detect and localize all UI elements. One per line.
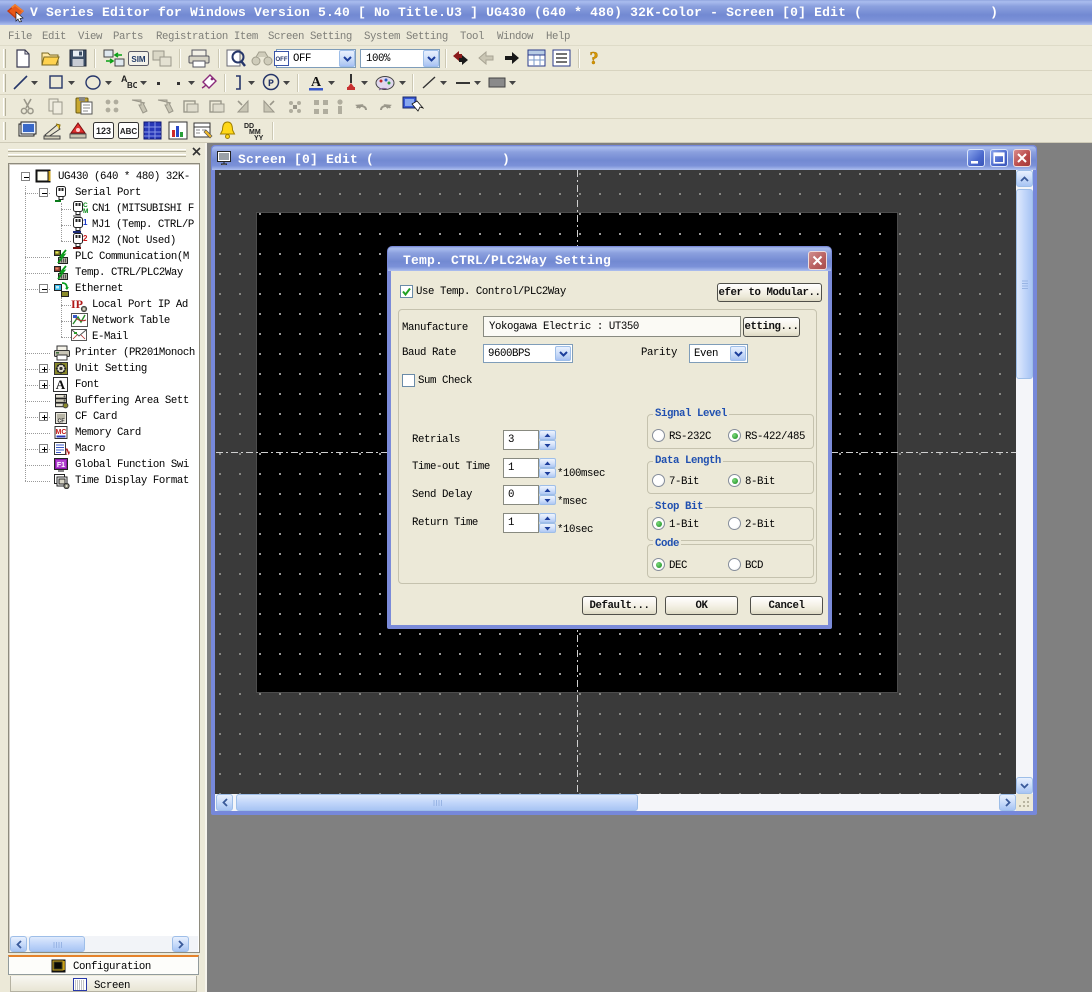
svg-text:2: 2: [83, 234, 88, 243]
svg-text:M: M: [65, 447, 70, 457]
svg-text:F1: F1: [57, 462, 65, 469]
svg-text:CF: CF: [57, 419, 65, 425]
svg-text:1: 1: [83, 218, 88, 227]
svg-text:123: 123: [96, 126, 111, 136]
svg-text:ABC: ABC: [120, 127, 138, 136]
svg-text:YY: YY: [254, 135, 264, 141]
svg-text:MC: MC: [56, 429, 67, 436]
svg-text:A: A: [311, 75, 322, 90]
svg-text:OFF: OFF: [276, 57, 288, 63]
svg-text:A: A: [56, 377, 66, 392]
svg-text:BC: BC: [127, 81, 137, 90]
svg-text:M: M: [83, 208, 88, 215]
svg-text:?: ?: [590, 48, 599, 68]
svg-text:P: P: [268, 79, 274, 90]
svg-text:SIM: SIM: [131, 55, 146, 64]
